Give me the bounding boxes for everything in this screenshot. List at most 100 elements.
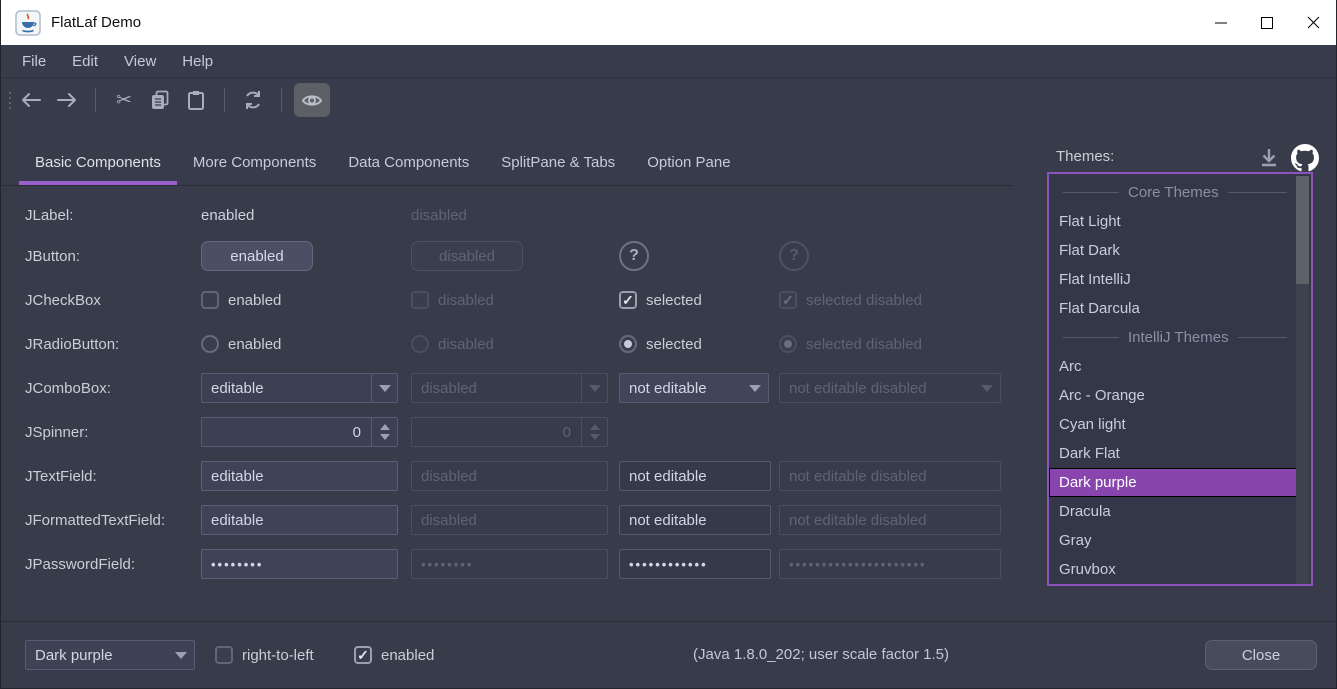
jradiobutton-row: JRadioButton: enabled disabled selected …: [25, 322, 1013, 366]
menu-edit[interactable]: Edit: [59, 45, 111, 77]
tab-data-components[interactable]: Data Components: [332, 140, 485, 185]
maximize-button[interactable]: [1244, 0, 1290, 45]
theme-item-dark-flat[interactable]: Dark Flat: [1049, 439, 1299, 468]
menu-view[interactable]: View: [111, 45, 169, 77]
theme-item-flat-light[interactable]: Flat Light: [1049, 207, 1299, 236]
formattedtextfield-disabled: disabled: [411, 505, 608, 535]
window-title: FlatLaf Demo: [51, 14, 141, 31]
tab-bar: Basic Components More Components Data Co…: [1, 140, 1013, 186]
theme-item-dark-purple[interactable]: Dark purple: [1049, 468, 1299, 497]
textfield-not-editable[interactable]: not editable: [619, 461, 771, 491]
eye-icon: [301, 93, 323, 108]
chevron-down-icon: [974, 374, 1000, 402]
refresh-icon: [243, 90, 263, 110]
passwordfield-editable[interactable]: ••••••••: [201, 549, 398, 579]
minimize-button[interactable]: [1198, 0, 1244, 45]
checkbox-checked-icon: ✓: [779, 291, 797, 309]
window-controls: [1198, 0, 1336, 45]
flatlaf-demo-window: FlatLaf Demo File Edit View Help ✂: [0, 0, 1337, 689]
chevron-down-icon[interactable]: [371, 374, 397, 402]
spinner-arrows[interactable]: [371, 418, 397, 446]
disabled-button: disabled: [411, 241, 523, 271]
menu-file[interactable]: File: [9, 45, 59, 77]
checkbox-selected[interactable]: ✓ selected: [619, 291, 779, 309]
show-hidden-toggle-button[interactable]: [294, 83, 330, 117]
refresh-button[interactable]: [237, 84, 269, 116]
radio-selected[interactable]: selected: [619, 335, 779, 353]
textfield-not-editable-disabled: not editable disabled: [779, 461, 1001, 491]
spinner-up-icon: [590, 424, 600, 430]
themes-scrollbar[interactable]: [1296, 176, 1309, 586]
chevron-down-icon[interactable]: [168, 641, 194, 669]
cut-button[interactable]: ✂: [108, 84, 140, 116]
bottom-bar: Dark purple right-to-left ✓ enabled (Jav…: [1, 621, 1336, 689]
themes-separator: Core Themes: [1049, 178, 1299, 207]
right-to-left-checkbox[interactable]: right-to-left: [215, 646, 314, 664]
tab-basic-components[interactable]: Basic Components: [19, 140, 177, 185]
theme-item-arc[interactable]: Arc: [1049, 352, 1299, 381]
passwordfield-disabled: ••••••••: [411, 549, 608, 579]
paste-icon: [187, 90, 205, 110]
themes-separator: IntelliJ Themes: [1049, 323, 1299, 352]
theme-item-arc-orange[interactable]: Arc - Orange: [1049, 381, 1299, 410]
chevron-down-icon[interactable]: [742, 374, 768, 402]
checkbox-enabled[interactable]: enabled: [201, 291, 411, 309]
theme-selector-combobox[interactable]: Dark purple: [25, 640, 195, 670]
theme-item-cyan-light[interactable]: Cyan light: [1049, 410, 1299, 439]
radio-selected-icon: [619, 335, 637, 353]
enabled-checkbox[interactable]: ✓ enabled: [354, 646, 434, 664]
textfield-editable[interactable]: editable: [201, 461, 398, 491]
radio-disabled: disabled: [411, 335, 619, 353]
scrollbar-thumb[interactable]: [1296, 176, 1309, 284]
theme-item-gray[interactable]: Gray: [1049, 526, 1299, 555]
download-theme-button[interactable]: [1257, 146, 1281, 170]
close-window-button[interactable]: [1290, 0, 1336, 45]
theme-item-flat-dark[interactable]: Flat Dark: [1049, 236, 1299, 265]
radio-enabled[interactable]: enabled: [201, 335, 411, 353]
forward-button[interactable]: [51, 84, 83, 116]
github-icon: [1291, 144, 1319, 172]
formattedtextfield-editable[interactable]: editable: [201, 505, 398, 535]
tab-more-components[interactable]: More Components: [177, 140, 332, 185]
scissors-icon: ✂: [116, 89, 132, 112]
forward-arrow-icon: [56, 92, 78, 108]
checkbox-disabled: disabled: [411, 291, 619, 309]
toolbar-separator: [281, 88, 282, 112]
spinner-enabled[interactable]: 0: [201, 417, 398, 447]
tab-splitpane-tabs[interactable]: SplitPane & Tabs: [485, 140, 631, 185]
copy-button[interactable]: [144, 84, 176, 116]
toolbar: ✂: [1, 78, 1336, 122]
jcombobox-row: JComboBox: editable disabled not editabl…: [25, 366, 1013, 410]
radio-icon: [411, 335, 429, 353]
download-icon: [1257, 146, 1281, 170]
close-button[interactable]: Close: [1205, 640, 1317, 670]
spinner-up-icon: [380, 424, 390, 430]
tab-option-pane[interactable]: Option Pane: [631, 140, 746, 185]
enabled-button[interactable]: enabled: [201, 241, 313, 271]
github-link-button[interactable]: [1291, 144, 1319, 172]
menu-help[interactable]: Help: [169, 45, 226, 77]
radio-icon: [201, 335, 219, 353]
checkbox-checked-icon: ✓: [619, 291, 637, 309]
toolbar-separator: [95, 88, 96, 112]
jformattedtextfield-row: JFormattedTextField: editable disabled n…: [25, 498, 1013, 542]
theme-item-dracula[interactable]: Dracula: [1049, 497, 1299, 526]
passwordfield-not-editable[interactable]: ••••••••••••: [619, 549, 771, 579]
title-bar: FlatLaf Demo: [1, 0, 1336, 45]
combobox-editable[interactable]: editable: [201, 373, 398, 403]
paste-button[interactable]: [180, 84, 212, 116]
help-button[interactable]: ?: [619, 241, 649, 271]
themes-label: Themes:: [1056, 148, 1114, 165]
back-button[interactable]: [15, 84, 47, 116]
combobox-not-editable[interactable]: not editable: [619, 373, 769, 403]
jcombobox-row-label: JComboBox:: [25, 380, 201, 397]
themes-list: Core Themes Flat Light Flat Dark Flat In…: [1047, 172, 1313, 586]
java-app-icon: [15, 10, 41, 36]
toolbar-grip[interactable]: [9, 92, 11, 109]
theme-item-gruvbox[interactable]: Gruvbox: [1049, 555, 1299, 584]
theme-item-flat-intellij[interactable]: Flat IntelliJ: [1049, 265, 1299, 294]
basic-components-panel: JLabel: enabled disabled JButton: enable…: [25, 196, 1013, 586]
formattedtextfield-not-editable[interactable]: not editable: [619, 505, 771, 535]
jbutton-row: JButton: enabled disabled ? ?: [25, 234, 1013, 278]
theme-item-flat-darcula[interactable]: Flat Darcula: [1049, 294, 1299, 323]
